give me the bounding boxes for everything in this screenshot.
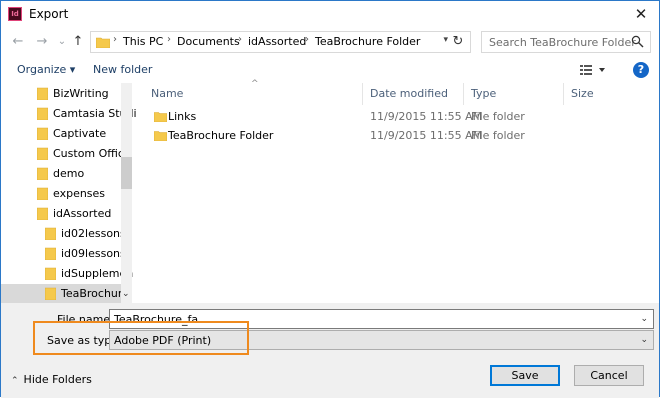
tree-item[interactable]: idSupplemen xyxy=(1,264,133,284)
tree-item-label: demo xyxy=(53,167,85,180)
tree-item-label: Captivate xyxy=(53,127,107,140)
save-as-type-chevron-icon[interactable]: ⌄ xyxy=(640,335,648,345)
file-type: File folder xyxy=(471,110,525,123)
tree-item-label: id09lessons xyxy=(61,247,126,260)
tree-item-label: id02lessons xyxy=(61,227,126,240)
tree-item-label: idAssorted xyxy=(53,207,112,220)
file-name: TeaBrochure Folder xyxy=(168,129,274,142)
up-arrow-icon[interactable]: ↑ xyxy=(69,33,87,51)
title-bar: Id Export ✕ xyxy=(1,1,659,28)
tree-item[interactable]: Captivate xyxy=(1,124,121,144)
folder-icon xyxy=(37,167,48,180)
tree-item-label: BizWriting xyxy=(53,87,109,100)
folder-icon xyxy=(37,207,48,220)
search-icon[interactable] xyxy=(631,35,644,48)
file-name: Links xyxy=(168,110,197,123)
breadcrumb-idassorted[interactable]: idAssorted xyxy=(248,35,306,48)
column-header-name[interactable]: Name xyxy=(151,87,183,100)
folder-icon xyxy=(45,267,56,280)
folder-icon xyxy=(37,127,48,140)
tree-item-label: expenses xyxy=(53,187,106,200)
forward-arrow-icon[interactable]: → xyxy=(33,33,51,51)
new-folder-button[interactable]: New folder xyxy=(93,63,152,76)
breadcrumb-separator: › xyxy=(167,34,171,45)
tree-item[interactable]: TeaBrochure xyxy=(1,284,129,304)
folder-icon xyxy=(37,187,48,200)
folder-icon xyxy=(45,287,56,300)
scroll-down-chevron-icon[interactable]: ⌄ xyxy=(122,289,130,299)
folder-icon xyxy=(154,131,167,141)
tree-item[interactable]: expenses xyxy=(1,184,121,204)
file-row[interactable]: TeaBrochure Folder 11/9/2015 11:55 AM Fi… xyxy=(141,126,651,145)
tree-item[interactable]: Camtasia Studi xyxy=(1,104,137,124)
file-row[interactable]: Links 11/9/2015 11:55 AM File folder xyxy=(141,107,651,126)
tree-item-label: Custom Office xyxy=(53,147,131,160)
chevron-up-icon: ⌃ xyxy=(11,376,19,386)
hide-folders-button[interactable]: ⌃ Hide Folders xyxy=(11,373,92,386)
help-icon[interactable]: ? xyxy=(633,62,649,78)
tree-item[interactable]: BizWriting xyxy=(1,84,121,104)
breadcrumb-documents[interactable]: Documents xyxy=(177,35,240,48)
organize-button[interactable]: Organize ▾ xyxy=(17,63,75,76)
cancel-button[interactable]: Cancel xyxy=(574,365,644,386)
address-bar[interactable]: › This PC › Documents › idAssorted › Tea… xyxy=(90,31,471,53)
annotation-highlight-box xyxy=(33,321,249,355)
folder-icon xyxy=(45,227,56,240)
search-input[interactable]: Search TeaBrochure Folder xyxy=(489,36,636,49)
sort-indicator-icon: ^ xyxy=(251,79,259,89)
tree-item[interactable]: demo xyxy=(1,164,121,184)
search-box[interactable]: Search TeaBrochure Folder xyxy=(481,31,651,53)
navigation-bar: ← → ⌄ ↑ › This PC › Documents › idAssort… xyxy=(1,28,659,56)
scrollbar-thumb[interactable] xyxy=(121,157,132,189)
folder-icon xyxy=(96,37,110,48)
tree-item[interactable]: idAssorted xyxy=(1,204,121,224)
tree-item[interactable]: id02lessons xyxy=(1,224,126,244)
breadcrumb-teabrochure-folder[interactable]: TeaBrochure Folder xyxy=(315,35,420,48)
hide-folders-label: Hide Folders xyxy=(23,373,92,386)
breadcrumb-separator: › xyxy=(238,34,242,45)
folder-icon xyxy=(37,147,48,160)
folder-icon xyxy=(37,107,48,120)
navigation-pane: BizWriting Camtasia Studi Captivate Custom … xyxy=(1,83,137,304)
navigation-pane-scrollbar[interactable]: ⌄ xyxy=(121,83,132,303)
address-dropdown-chevron-icon[interactable]: ▾ xyxy=(443,35,448,45)
indesign-app-icon: Id xyxy=(8,7,22,21)
tree-item-label: TeaBrochure xyxy=(61,287,129,300)
folder-icon xyxy=(154,112,167,122)
column-divider[interactable] xyxy=(362,83,363,105)
column-header-size[interactable]: Size xyxy=(571,87,594,100)
window-title: Export xyxy=(29,7,69,21)
breadcrumb-separator: › xyxy=(113,34,117,45)
tree-item[interactable]: Custom Office xyxy=(1,144,131,164)
file-type: File folder xyxy=(471,129,525,142)
file-date: 11/9/2015 11:55 AM xyxy=(370,129,483,142)
export-dialog: Id Export ✕ ← → ⌄ ↑ › This PC › Document… xyxy=(0,0,660,398)
column-header-date-modified[interactable]: Date modified xyxy=(370,87,448,100)
close-icon[interactable]: ✕ xyxy=(631,4,651,24)
breadcrumb-this-pc[interactable]: This PC xyxy=(123,35,163,48)
change-view-icon[interactable] xyxy=(580,64,606,76)
column-divider[interactable] xyxy=(563,83,564,105)
folder-icon xyxy=(37,87,48,100)
command-bar: Organize ▾ New folder ? xyxy=(1,58,659,82)
tree-item[interactable]: id09lessons xyxy=(1,244,126,264)
save-button[interactable]: Save xyxy=(490,365,560,386)
column-divider[interactable] xyxy=(463,83,464,105)
breadcrumb-separator: › xyxy=(305,34,309,45)
file-name-dropdown-chevron-icon[interactable]: ⌄ xyxy=(640,314,648,324)
back-arrow-icon[interactable]: ← xyxy=(9,33,27,51)
refresh-icon[interactable]: ↻ xyxy=(450,33,466,51)
column-header-type[interactable]: Type xyxy=(471,87,496,100)
folder-icon xyxy=(45,247,56,260)
file-date: 11/9/2015 11:55 AM xyxy=(370,110,483,123)
